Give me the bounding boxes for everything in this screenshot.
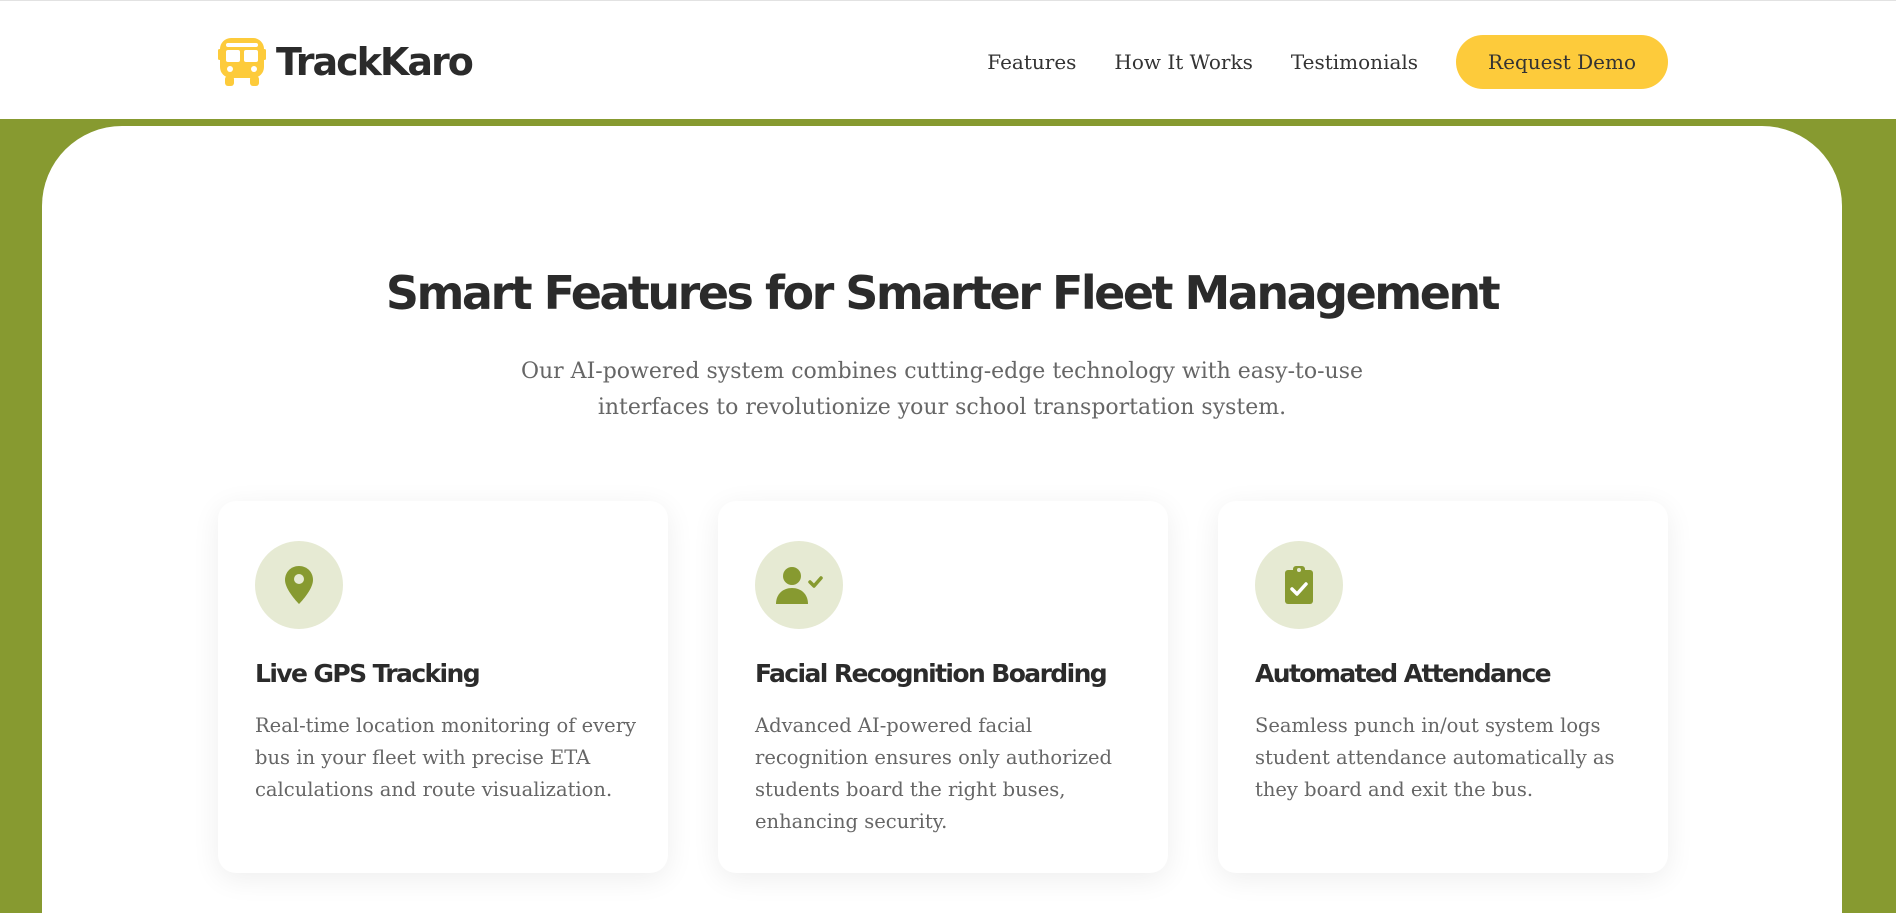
request-demo-button[interactable]: Request Demo: [1456, 35, 1668, 89]
feature-description-line: calculations and route visualization.: [255, 778, 613, 801]
feature-description-line: Real-time location monitoring of every: [255, 714, 637, 737]
section-title: Smart Features for Smarter Fleet Managem…: [385, 266, 1501, 320]
feature-description: Real-time location monitoring of every b…: [255, 710, 636, 806]
feature-icon-badge: [255, 541, 343, 629]
feature-icon-badge: [755, 541, 843, 629]
feature-description-line: they board and exit the bus.: [1255, 778, 1534, 801]
feature-description-line: student attendance automatically as: [1255, 746, 1615, 769]
nav-link-features[interactable]: Features: [987, 50, 1076, 74]
feature-description-line: enhancing security.: [755, 810, 948, 833]
brand-logo-link[interactable]: TrackKaro: [218, 37, 474, 87]
site-header: TrackKaro Features How It Works Testimon…: [0, 0, 1896, 123]
feature-description-line: bus in your fleet with precise ETA: [255, 746, 591, 769]
user-check-icon: [776, 567, 823, 604]
feature-card-gps: Live GPS Tracking Real-time location mon…: [218, 501, 668, 873]
map-pin-icon: [285, 566, 313, 604]
nav-link-testimonials[interactable]: Testimonials: [1291, 50, 1418, 74]
clipboard-check-icon: [1285, 566, 1313, 604]
nav-link-how-it-works[interactable]: How It Works: [1114, 50, 1252, 74]
feature-description: Advanced AI-powered facial recognition e…: [755, 710, 1112, 838]
feature-card-facial-recognition: Facial Recognition Boarding Advanced AI-…: [718, 501, 1168, 873]
feature-card-attendance: Automated Attendance Seamless punch in/o…: [1218, 501, 1668, 873]
features-section: Smart Features for Smarter Fleet Managem…: [42, 126, 1842, 913]
feature-title: Automated Attendance: [1255, 659, 1552, 688]
feature-icon-badge: [1255, 541, 1343, 629]
bus-icon: [218, 38, 266, 86]
main-nav: Features How It Works Testimonials Reque…: [987, 35, 1668, 89]
section-subtitle-line: interfaces to revolutionize your school …: [597, 395, 1287, 420]
feature-description-line: Seamless punch in/out system logs: [1255, 714, 1601, 737]
section-subtitle: Our AI-powered system combines cutting-e…: [42, 354, 1842, 426]
section-subtitle-line: Our AI-powered system combines cutting-e…: [520, 359, 1364, 384]
feature-description-line: students board the right buses,: [755, 778, 1066, 801]
brand-name: TrackKaro: [276, 40, 474, 84]
feature-description: Seamless punch in/out system logs studen…: [1255, 710, 1615, 806]
feature-description-line: Advanced AI-powered facial: [755, 714, 1033, 737]
feature-title: Facial Recognition Boarding: [755, 659, 1108, 688]
feature-description-line: recognition ensures only authorized: [755, 746, 1113, 769]
feature-title: Live GPS Tracking: [255, 659, 481, 688]
